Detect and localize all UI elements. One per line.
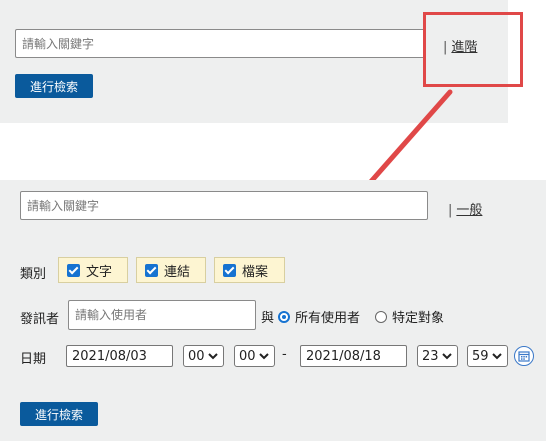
start-hour-value: 00 (188, 348, 205, 364)
end-minute-value: 59 (472, 348, 489, 364)
basic-mode-toggle: | 一般 (448, 199, 482, 218)
date-label: 日期 (20, 352, 47, 367)
end-hour-select[interactable]: 23 (417, 345, 458, 367)
radio-selected-icon (278, 310, 290, 323)
conjunction-label: 與 (261, 311, 275, 326)
chevron-down-icon (259, 353, 269, 360)
advanced-search-button[interactable]: 進行檢索 (20, 402, 98, 426)
chevron-down-icon (492, 353, 502, 360)
category-option-label: 連結 (164, 264, 191, 280)
category-option-label: 文字 (86, 264, 113, 280)
end-minute-select[interactable]: 59 (467, 345, 508, 367)
chevron-down-icon (442, 353, 452, 360)
start-hour-select[interactable]: 00 (183, 345, 224, 367)
start-date-input[interactable]: 2021/08/03 (66, 345, 173, 367)
category-link-checkbox[interactable]: 連結 (136, 257, 206, 283)
start-minute-select[interactable]: 00 (234, 345, 275, 367)
radio-all-users-label: 所有使用者 (295, 311, 361, 326)
radio-specific-target[interactable]: 特定對象 (375, 307, 444, 326)
end-hour-value: 23 (422, 348, 439, 364)
chevron-down-icon (208, 353, 218, 360)
separator-bar: | (448, 203, 453, 218)
poster-input[interactable] (68, 300, 256, 330)
category-file-checkbox[interactable]: 檔案 (214, 257, 285, 283)
radio-unselected-icon (375, 310, 387, 323)
radio-specific-target-label: 特定對象 (392, 311, 445, 326)
end-date-input[interactable]: 2021/08/18 (300, 345, 407, 367)
category-label: 類別 (20, 267, 47, 282)
start-date-value: 2021/08/03 (72, 348, 147, 364)
category-text-checkbox[interactable]: 文字 (58, 257, 128, 283)
advanced-keyword-input[interactable] (20, 191, 428, 220)
category-option-label: 檔案 (242, 264, 269, 280)
calendar-icon (518, 351, 530, 362)
checkbox-checked-icon (145, 263, 158, 277)
calendar-button[interactable] (514, 346, 534, 366)
checkbox-checked-icon (67, 263, 80, 277)
poster-label: 發訊者 (20, 312, 60, 327)
end-date-value: 2021/08/18 (306, 348, 381, 364)
radio-all-users[interactable]: 所有使用者 (278, 307, 360, 326)
checkbox-checked-icon (223, 263, 236, 277)
start-minute-value: 00 (239, 348, 256, 364)
date-range-separator: - (282, 347, 287, 362)
basic-link[interactable]: 一般 (456, 203, 482, 218)
